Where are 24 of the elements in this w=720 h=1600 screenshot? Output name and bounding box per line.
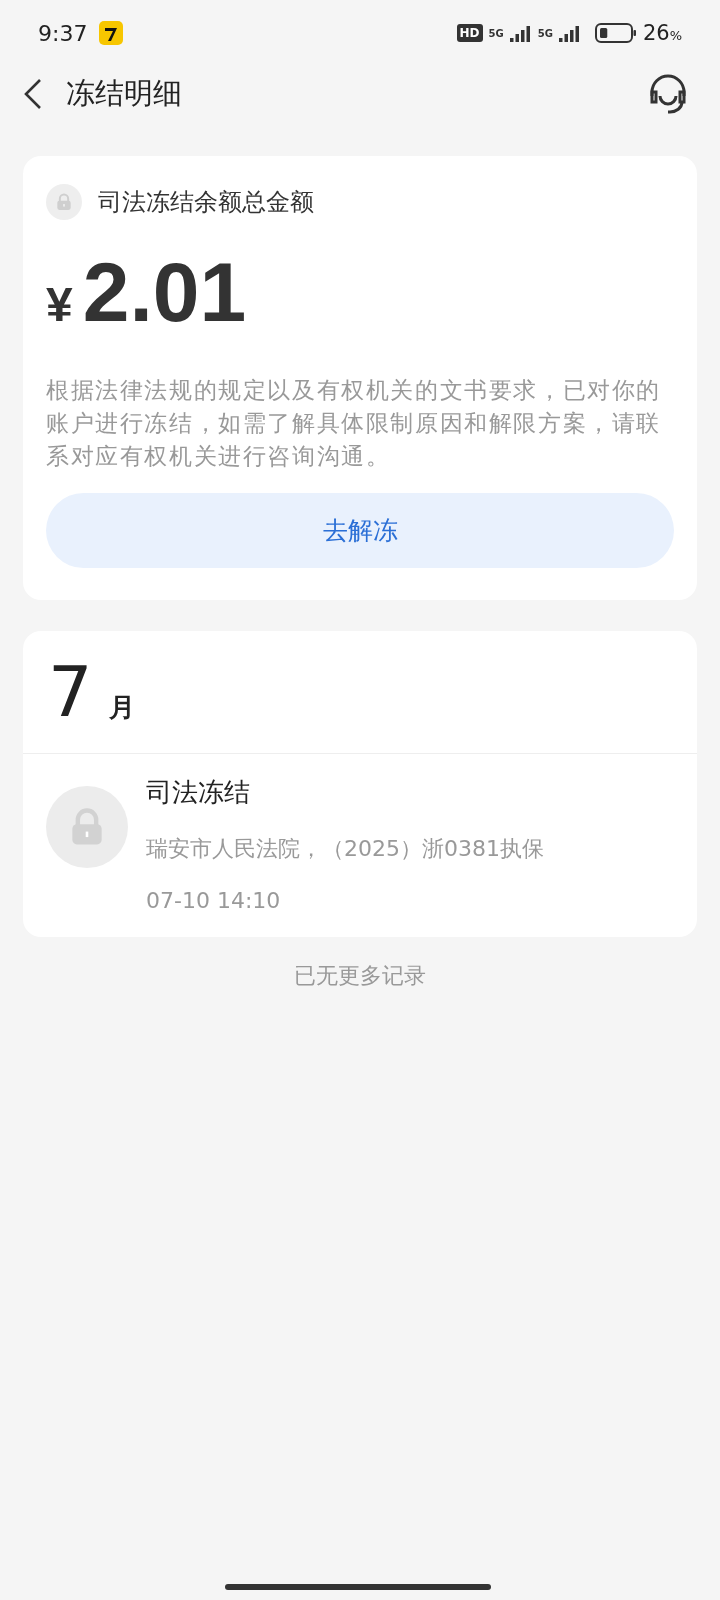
percent-sign: % — [669, 28, 682, 43]
battery-icon — [594, 23, 637, 43]
page-title: 冻结明细 — [66, 75, 183, 112]
battery-percent: 26 — [642, 21, 670, 45]
balance-amount: 2.01 — [82, 250, 247, 334]
month-unit: 月 — [108, 691, 135, 724]
end-of-list-text: 已无更多记录 — [294, 963, 426, 988]
currency-symbol: ¥ — [46, 277, 73, 332]
hd-indicator: HD — [456, 24, 483, 42]
unfreeze-button[interactable]: 去解冻 — [46, 493, 674, 568]
month-number: 7 — [48, 650, 93, 735]
lock-icon — [54, 192, 74, 212]
record-time: 07-10 14:10 — [146, 888, 282, 913]
status-time: 9:37 — [38, 20, 88, 46]
signal-icon — [509, 24, 532, 42]
balance-label: 司法冻结余额总金额 — [98, 187, 314, 218]
network-type: 5G — [488, 27, 504, 39]
signal-icon — [558, 24, 581, 42]
record-title: 司法冻结 — [146, 776, 251, 809]
back-icon[interactable] — [22, 77, 44, 111]
app-notification-icon — [99, 21, 124, 45]
record-detail: 瑞安市人民法院，（2025）浙0381执保 — [146, 835, 544, 863]
freeze-description: 根据法律法规的规定以及有权机关的文书要求，已对你的账户进行冻结，如需了解具体限制原因和解限方案，请联系对应有权机关进行咨询沟通。 — [46, 376, 662, 471]
network-type: 5G — [537, 27, 553, 39]
